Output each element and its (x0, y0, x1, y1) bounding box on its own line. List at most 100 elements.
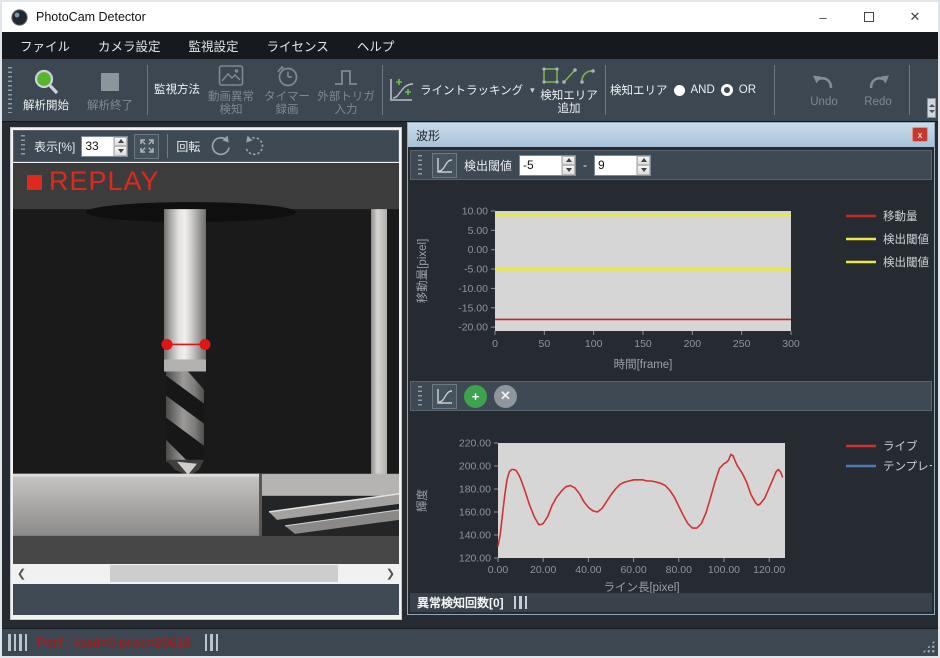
close-button[interactable]: ✕ (892, 2, 938, 32)
or-label[interactable]: OR (739, 84, 756, 96)
status-grip[interactable] (205, 634, 219, 651)
zoom-input[interactable] (82, 137, 113, 156)
spin-up-button[interactable] (562, 156, 575, 166)
line-tracking-icon (387, 75, 415, 105)
detect-area-logic-group: 検知エリア AND OR (610, 61, 770, 119)
panel-close-button[interactable]: x (912, 127, 928, 142)
menu-help[interactable]: ヘルプ (343, 30, 409, 61)
timer-icon (274, 64, 300, 88)
threshold-separator: - (583, 158, 587, 172)
status-grip[interactable] (8, 634, 27, 651)
and-label[interactable]: AND (691, 84, 715, 96)
toolbar-grip[interactable] (8, 67, 12, 113)
spin-down-button[interactable] (114, 146, 127, 156)
add-line-button[interactable]: + (464, 385, 487, 408)
add-area-shapes-icon (541, 65, 597, 87)
camera-image-area[interactable]: REPLAY (13, 163, 399, 564)
spin-up-button[interactable] (114, 137, 127, 147)
analyze-stop-button[interactable]: 解析終了 (77, 61, 143, 119)
rotate-cw-button[interactable] (240, 133, 268, 159)
resize-grip-icon[interactable] (922, 640, 935, 653)
detect-area-label: 検知エリア (610, 82, 668, 98)
external-trigger-button[interactable]: 外部トリガ 入力 (314, 61, 378, 119)
analyze-start-button[interactable]: 解析開始 (15, 61, 77, 119)
line-settings-button[interactable] (432, 384, 457, 409)
scroll-right-icon[interactable]: ❯ (382, 565, 399, 582)
curve-icon (435, 387, 454, 406)
toolbar-separator (774, 65, 775, 115)
toolbar-grip[interactable] (418, 386, 422, 406)
x-axis-label: 時間[frame] (614, 358, 673, 371)
tracking-handle[interactable] (200, 339, 211, 350)
maximize-button[interactable] (846, 2, 892, 32)
horizontal-scrollbar[interactable]: ❮ ❯ (13, 565, 399, 582)
status-grip[interactable] (514, 596, 528, 609)
scrollbar-thumb[interactable] (110, 565, 338, 582)
drill-transition (164, 359, 206, 371)
y-tick-label: 0.00 (468, 244, 489, 256)
plot-area (495, 211, 791, 331)
x-tick-label: 40.00 (575, 564, 601, 576)
menu-camera-settings[interactable]: カメラ設定 (84, 30, 175, 61)
view-toolbar: 表示[%] 回転 (13, 130, 399, 162)
line-tracking-button[interactable]: ライントラッキング ▾ (387, 61, 537, 119)
brightness-chart: 220.00200.00180.00160.00140.00120.000.00… (410, 413, 932, 595)
menu-license[interactable]: ライセンス (253, 30, 343, 61)
curve-icon (435, 156, 454, 175)
threshold-max-spinner[interactable] (594, 155, 651, 176)
delete-line-button[interactable]: ✕ (494, 385, 517, 408)
record-square-icon (27, 175, 42, 190)
minimize-button[interactable]: – (800, 2, 846, 32)
toolbar-grip[interactable] (21, 135, 25, 157)
threshold-label: 検出閾値 (464, 157, 512, 174)
spinner-buttons (636, 156, 650, 175)
or-radio[interactable] (721, 84, 733, 96)
timer-record-button[interactable]: タイマー 録画 (260, 61, 314, 119)
replay-label: REPLAY (49, 166, 160, 197)
x-tick-label: 250 (733, 338, 751, 350)
undo-button[interactable]: Undo (797, 61, 851, 119)
toolbar-separator (605, 65, 606, 115)
waveform-title-bar[interactable]: 波形 x (408, 123, 934, 147)
title-bar: PhotoCam Detector – ✕ (2, 2, 938, 32)
x-tick-label: 20.00 (530, 564, 556, 576)
spin-up-button[interactable] (637, 156, 650, 166)
threshold-min-input[interactable] (520, 156, 561, 175)
close-icon: x (918, 130, 923, 140)
redo-icon (865, 71, 891, 93)
workpiece-edge-shadow (259, 474, 262, 536)
maximize-icon (864, 12, 874, 22)
undo-icon (811, 71, 837, 93)
spin-down-button[interactable] (562, 165, 575, 175)
fit-view-button[interactable] (134, 134, 159, 159)
spin-down-button[interactable] (637, 165, 650, 175)
waveform-settings-button[interactable] (432, 153, 457, 178)
workpiece (13, 474, 261, 536)
video-anomaly-button[interactable]: 動画異常 検知 (202, 61, 260, 119)
tracking-handle[interactable] (162, 339, 173, 350)
waveform-panel: 波形 x 検出閾値 - (407, 122, 935, 615)
triangle-down-icon (566, 168, 572, 172)
menu-monitor-settings[interactable]: 監視設定 (175, 30, 253, 61)
menu-file[interactable]: ファイル (6, 30, 84, 61)
rotate-label: 回転 (176, 138, 200, 155)
scroll-left-icon[interactable]: ❮ (13, 565, 30, 582)
toolbar-grip[interactable] (418, 155, 422, 175)
y-tick-label: 200.00 (459, 461, 491, 473)
x-tick-label: 50 (538, 338, 550, 350)
zoom-label: 表示[%] (34, 138, 75, 155)
y-tick-label: -20.00 (458, 322, 488, 334)
redo-button[interactable]: Redo (851, 61, 905, 119)
window-title: PhotoCam Detector (36, 10, 146, 24)
triangle-up-icon (566, 158, 572, 162)
and-radio[interactable] (674, 85, 685, 96)
rotate-ccw-button[interactable] (206, 133, 234, 159)
threshold-max-input[interactable] (595, 156, 636, 175)
zoom-spinner[interactable] (81, 136, 128, 157)
add-detect-area-button[interactable]: 検知エリア 追加 (537, 61, 601, 119)
threshold-min-spinner[interactable] (519, 155, 576, 176)
triangle-up-icon (641, 158, 647, 162)
toolbar-overflow-handle[interactable] (927, 98, 936, 118)
spinner-buttons (561, 156, 575, 175)
y-tick-label: 160.00 (459, 507, 491, 519)
